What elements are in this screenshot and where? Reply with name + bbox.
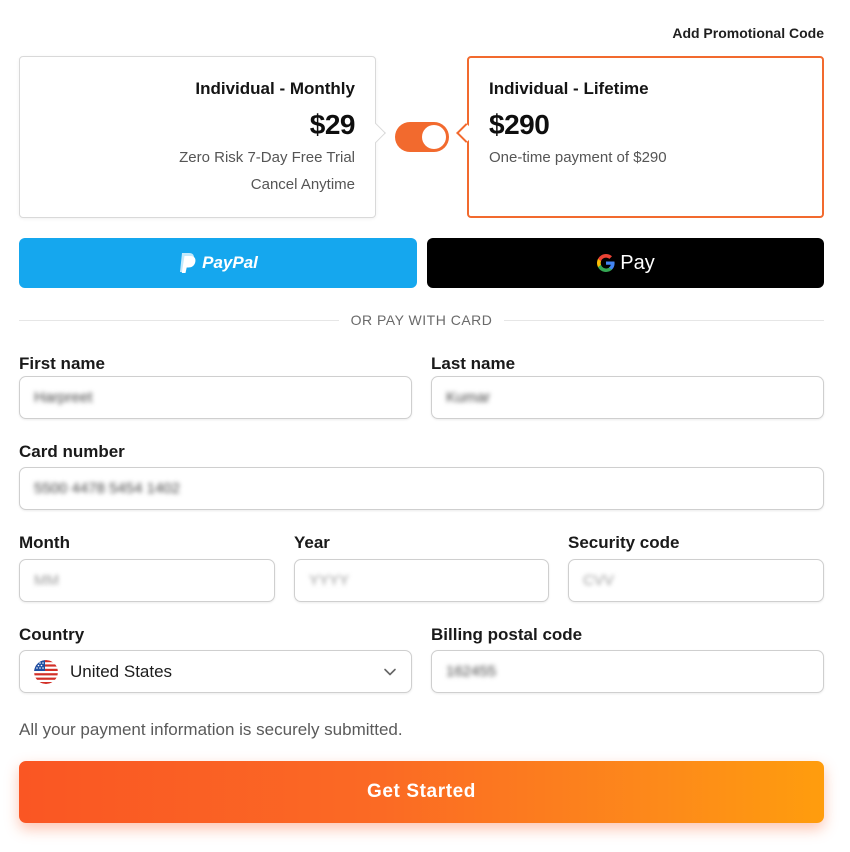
country-select[interactable]: United States: [19, 650, 412, 693]
plan-lifetime-payment-text: One-time payment of $290: [489, 149, 667, 166]
month-placeholder: MM: [34, 572, 59, 589]
security-code-label: Security code: [568, 533, 680, 552]
toggle-knob: [422, 125, 446, 149]
plan-card-monthly[interactable]: Individual - Monthly $29 Zero Risk 7-Day…: [19, 56, 376, 218]
chevron-down-icon: [384, 668, 396, 676]
add-promo-code-link[interactable]: Add Promotional Code: [672, 25, 824, 41]
year-field[interactable]: YYYY: [294, 559, 549, 602]
plan-monthly-name: Individual - Monthly: [195, 79, 355, 98]
first-name-value: Harpreet: [34, 389, 93, 406]
plan-monthly-trial-text: Zero Risk 7-Day Free Trial: [179, 149, 355, 166]
plan-lifetime-name: Individual - Lifetime: [489, 79, 649, 98]
security-code-placeholder: CVV: [583, 572, 614, 589]
google-pay-button[interactable]: Pay: [427, 238, 824, 288]
paypal-label: PayPal: [202, 253, 258, 272]
last-name-field[interactable]: Kumar: [431, 376, 824, 419]
first-name-label: First name: [19, 354, 105, 373]
card-number-field[interactable]: 5500 4478 5454 1402: [19, 467, 824, 510]
google-g-icon: [597, 254, 615, 272]
divider-text: OR PAY WITH CARD: [338, 312, 505, 328]
secure-note: All your payment information is securely…: [19, 720, 403, 739]
year-label: Year: [294, 533, 330, 552]
paypal-button[interactable]: PayPal: [19, 238, 417, 288]
us-flag-icon: [34, 659, 58, 684]
plan-lifetime-price: $290: [489, 109, 550, 140]
plan-monthly-price: $29: [309, 109, 356, 140]
month-field[interactable]: MM: [19, 559, 275, 602]
year-placeholder: YYYY: [309, 572, 350, 589]
security-code-field[interactable]: CVV: [568, 559, 824, 602]
plan-toggle[interactable]: [395, 122, 449, 152]
postal-code-field[interactable]: 162455: [431, 650, 824, 693]
plan-card-lifetime[interactable]: Individual - Lifetime $290 One-time paym…: [467, 56, 824, 218]
paypal-icon: [180, 253, 196, 273]
last-name-label: Last name: [431, 354, 516, 373]
country-value: United States: [70, 661, 173, 681]
last-name-value: Kumar: [446, 389, 491, 406]
postal-code-value: 162455: [446, 663, 497, 680]
get-started-label: Get Started: [366, 781, 476, 802]
card-number-value: 5500 4478 5454 1402: [34, 480, 180, 497]
google-pay-label: Pay: [620, 251, 655, 274]
first-name-field[interactable]: Harpreet: [19, 376, 412, 419]
divider-label: OR PAY WITH CARD: [0, 312, 843, 330]
country-label: Country: [19, 625, 85, 644]
card-number-label: Card number: [19, 442, 125, 461]
postal-code-label: Billing postal code: [431, 625, 583, 644]
get-started-button[interactable]: Get Started: [19, 761, 824, 823]
plan-monthly-cancel-text: Cancel Anytime: [250, 176, 355, 193]
month-label: Month: [19, 533, 70, 552]
